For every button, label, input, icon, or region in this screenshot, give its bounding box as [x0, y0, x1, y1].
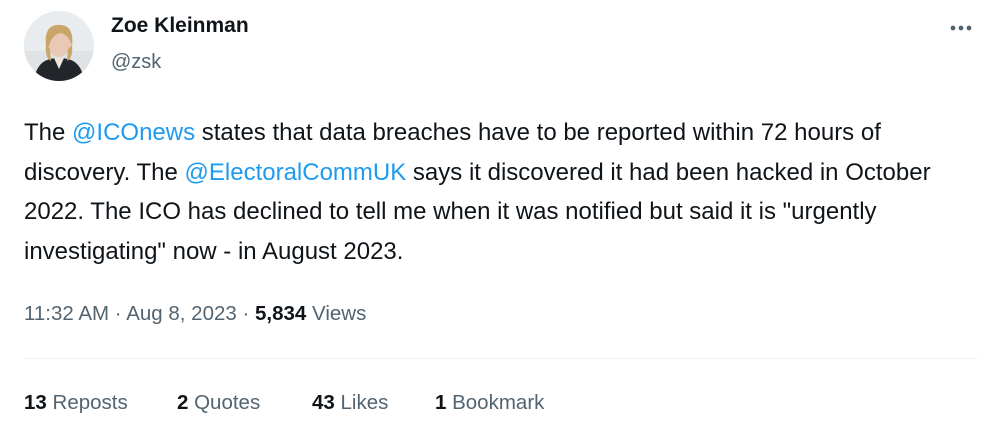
tweet-card: Zoe Kleinman @zsk The @ICOnews states th… — [0, 0, 1000, 443]
reposts-label: Reposts — [52, 391, 128, 414]
meta-separator: · — [114, 302, 122, 325]
divider — [24, 358, 978, 359]
views-label: Views — [312, 302, 367, 325]
bookmarks-count: 1 — [435, 391, 447, 414]
tweet-time-link[interactable]: 11:32 AM — [24, 302, 109, 325]
tweet-text: The @ICOnews states that data breaches h… — [24, 113, 974, 271]
tweet-text-segment: The — [24, 119, 73, 146]
tweet-date-link[interactable]: Aug 8, 2023 — [126, 302, 237, 325]
tweet-metadata: 11:32 AM · Aug 8, 2023 · 5,834 Views — [24, 302, 366, 326]
author-avatar[interactable] — [24, 11, 94, 81]
quotes-label: Quotes — [194, 391, 261, 414]
meta-separator: · — [242, 302, 250, 325]
reposts-link[interactable]: 13 Reposts — [24, 391, 128, 415]
quotes-count: 2 — [177, 391, 189, 414]
more-options-button[interactable] — [944, 14, 978, 42]
bookmarks-label: Bookmark — [452, 391, 545, 414]
avatar-image — [24, 11, 94, 81]
likes-count: 43 — [312, 391, 335, 414]
mention-link-iconews[interactable]: @ICOnews — [72, 119, 195, 146]
bookmarks-link[interactable]: 1 Bookmark — [435, 391, 544, 415]
author-name[interactable]: Zoe Kleinman — [111, 14, 249, 38]
author-handle[interactable]: @zsk — [111, 51, 161, 74]
quotes-link[interactable]: 2 Quotes — [177, 391, 260, 415]
reposts-count: 13 — [24, 391, 47, 414]
mention-link-electoralcommuk[interactable]: @ElectoralCommUK — [185, 159, 407, 186]
likes-link[interactable]: 43 Likes — [312, 391, 388, 415]
more-horizontal-icon — [950, 25, 972, 31]
likes-label: Likes — [340, 391, 389, 414]
views-count: 5,834 — [255, 302, 307, 325]
